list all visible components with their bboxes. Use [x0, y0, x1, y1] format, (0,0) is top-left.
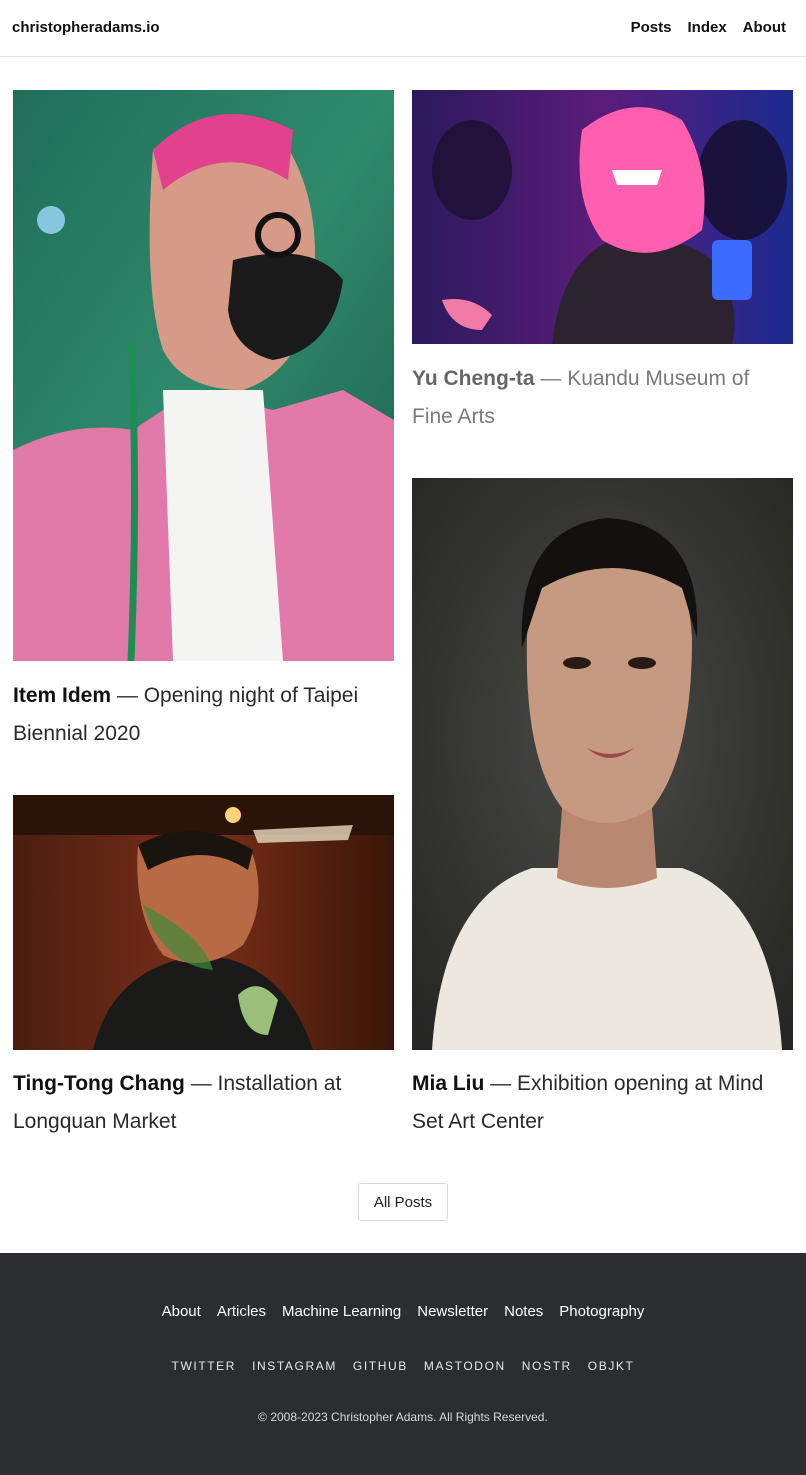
footer-link-newsletter[interactable]: Newsletter [417, 1303, 488, 1320]
site-footer: About Articles Machine Learning Newslett… [0, 1253, 806, 1475]
post-title-link[interactable]: Ting-Tong Chang [13, 1072, 185, 1095]
footer-link-notes[interactable]: Notes [504, 1303, 543, 1320]
nav-about[interactable]: About [743, 19, 786, 36]
social-link-nostr[interactable]: NOSTR [522, 1359, 572, 1373]
copyright-text: © 2008-2023 Christopher Adams. All Right… [258, 1410, 548, 1424]
post-title-link[interactable]: Mia Liu [412, 1072, 484, 1095]
post-title-link[interactable]: Item Idem [13, 684, 111, 707]
social-link-mastodon[interactable]: MASTODON [424, 1359, 506, 1373]
portrait-photo [13, 90, 394, 661]
nav-posts[interactable]: Posts [631, 19, 672, 36]
market-photo [13, 795, 394, 1050]
footer-nav: About Articles Machine Learning Newslett… [0, 1303, 806, 1320]
portrait-photo [412, 478, 793, 1050]
caption-separator: — [534, 367, 568, 390]
social-link-github[interactable]: GITHUB [353, 1359, 408, 1373]
post-image-ting-tong-chang[interactable] [13, 795, 394, 1050]
post-caption-item-idem: Item Idem — Opening night of Taipei Bien… [13, 677, 394, 753]
social-link-instagram[interactable]: INSTAGRAM [252, 1359, 337, 1373]
site-title-link[interactable]: christopheradams.io [12, 19, 160, 36]
caption-separator: — [111, 684, 144, 707]
footer-link-about[interactable]: About [162, 1303, 201, 1320]
post-caption-yu-cheng-ta: Yu Cheng-ta — Kuandu Museum of Fine Arts [412, 360, 793, 436]
footer-link-machine-learning[interactable]: Machine Learning [282, 1303, 401, 1320]
post-title-link[interactable]: Yu Cheng-ta [412, 367, 535, 390]
caption-separator: — [484, 1072, 518, 1095]
nav-index[interactable]: Index [687, 19, 726, 36]
site-header: christopheradams.io Posts Index About [0, 0, 806, 57]
caption-separator: — [184, 1072, 218, 1095]
social-nav: TWITTER INSTAGRAM GITHUB MASTODON NOSTR … [0, 1359, 806, 1373]
performance-photo [412, 90, 793, 344]
post-caption-mia-liu: Mia Liu — Exhibition opening at Mind Set… [412, 1065, 793, 1141]
all-posts-button[interactable]: All Posts [358, 1183, 448, 1221]
post-image-yu-cheng-ta[interactable] [412, 90, 793, 344]
footer-link-photography[interactable]: Photography [559, 1303, 644, 1320]
post-caption-ting-tong-chang: Ting-Tong Chang — Installation at Longqu… [13, 1065, 394, 1141]
post-image-mia-liu[interactable] [412, 478, 793, 1050]
main-nav: Posts Index About [631, 19, 786, 36]
footer-link-articles[interactable]: Articles [217, 1303, 266, 1320]
post-image-item-idem[interactable] [13, 90, 394, 661]
social-link-objkt[interactable]: OBJKT [588, 1359, 635, 1373]
social-link-twitter[interactable]: TWITTER [172, 1359, 237, 1373]
